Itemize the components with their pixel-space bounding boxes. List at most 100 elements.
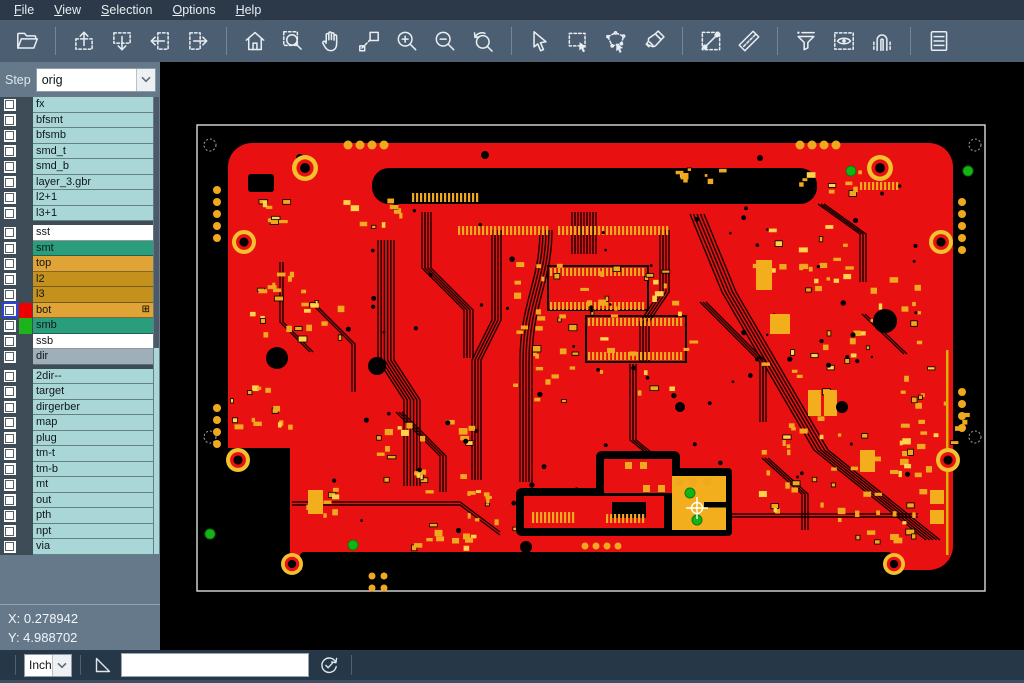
filter-button[interactable]: [788, 24, 824, 58]
layer-visibility-checkbox[interactable]: [4, 289, 16, 301]
layer-visibility-checkbox[interactable]: [4, 99, 16, 111]
layer-row-pth[interactable]: pth: [0, 508, 153, 524]
zoom-out-button[interactable]: [427, 24, 463, 58]
home-icon: [242, 28, 268, 54]
layer-row-ssb[interactable]: ssb: [0, 334, 153, 350]
move-down-button[interactable]: [104, 24, 140, 58]
layer-visibility-checkbox[interactable]: [4, 417, 16, 429]
layer-visibility-checkbox[interactable]: [4, 463, 16, 475]
zoom-dynamic-button[interactable]: [351, 24, 387, 58]
move-left-button[interactable]: [142, 24, 178, 58]
layer-row-l3[interactable]: l3: [0, 287, 153, 303]
layer-row-tm-b[interactable]: tm-b: [0, 462, 153, 478]
layer-visibility-checkbox[interactable]: [4, 541, 16, 553]
layer-visibility-checkbox[interactable]: [4, 510, 16, 522]
layer-row-via[interactable]: via: [0, 539, 153, 555]
layer-row-dir[interactable]: dir: [0, 349, 153, 365]
measure-line-button[interactable]: [693, 24, 729, 58]
layer-visibility-checkbox[interactable]: [4, 370, 16, 382]
layer-row-fx[interactable]: fx: [0, 97, 153, 113]
select-button[interactable]: [522, 24, 558, 58]
menu-item-options[interactable]: Options: [162, 0, 225, 20]
move-right-button[interactable]: [180, 24, 216, 58]
layer-visibility-checkbox[interactable]: [4, 242, 16, 254]
layer-visibility-checkbox[interactable]: [4, 494, 16, 506]
refresh-button[interactable]: [315, 653, 343, 677]
select-rect-button[interactable]: [560, 24, 596, 58]
select-polygon-button[interactable]: [598, 24, 634, 58]
layer-row-smd_t[interactable]: smd_t: [0, 144, 153, 160]
menu-item-view[interactable]: View: [44, 0, 91, 20]
layer-visibility-checkbox[interactable]: [4, 227, 16, 239]
layer-visibility-checkbox[interactable]: [4, 130, 16, 142]
zoom-in-icon: [394, 28, 420, 54]
layer-visibility-checkbox[interactable]: [4, 304, 16, 316]
layer-visibility-checkbox[interactable]: [4, 351, 16, 363]
layer-row-dirgerber[interactable]: dirgerber: [0, 400, 153, 416]
layer-visibility-checkbox[interactable]: [4, 273, 16, 285]
layer-visibility-checkbox[interactable]: [4, 448, 16, 460]
pcb-canvas[interactable]: [160, 62, 1024, 650]
layer-visibility-checkbox[interactable]: [4, 335, 16, 347]
layer-row-smb[interactable]: smb: [0, 318, 153, 334]
layers-button[interactable]: [921, 24, 957, 58]
layer-visibility-checkbox[interactable]: [4, 320, 16, 332]
move-down-icon: [109, 28, 135, 54]
layer-row-bfsmb[interactable]: bfsmb: [0, 128, 153, 144]
layer-row-l3+1[interactable]: l3+1: [0, 206, 153, 222]
view-button[interactable]: [826, 24, 862, 58]
layer-visibility-checkbox[interactable]: [4, 386, 16, 398]
snap-button[interactable]: [864, 24, 900, 58]
layer-visibility-checkbox[interactable]: [4, 479, 16, 491]
step-select[interactable]: orig: [36, 68, 156, 92]
layer-row-tm-t[interactable]: tm-t: [0, 446, 153, 462]
layer-row-top[interactable]: top: [0, 256, 153, 272]
clean-button[interactable]: [636, 24, 672, 58]
menu-item-help[interactable]: Help: [226, 0, 272, 20]
layer-visibility-checkbox[interactable]: [4, 432, 16, 444]
zoom-in-button[interactable]: [389, 24, 425, 58]
layer-visibility-checkbox[interactable]: [4, 145, 16, 157]
layer-color-swatch: [19, 400, 32, 416]
layer-row-npt[interactable]: npt: [0, 524, 153, 540]
layer-row-mt[interactable]: mt: [0, 477, 153, 493]
move-up-button[interactable]: [66, 24, 102, 58]
layer-list-scrollbar[interactable]: [154, 97, 159, 554]
layer-row-bot[interactable]: bot⊞: [0, 303, 153, 319]
corner-measure-button[interactable]: [89, 653, 117, 677]
layer-row-l2+1[interactable]: l2+1: [0, 190, 153, 206]
layer-row-layer_3.gbr[interactable]: layer_3.gbr: [0, 175, 153, 191]
layer-row-map[interactable]: map: [0, 415, 153, 431]
layer-visibility-checkbox[interactable]: [4, 192, 16, 204]
menu-item-selection[interactable]: Selection: [91, 0, 162, 20]
zoom-previous-button[interactable]: [465, 24, 501, 58]
command-input[interactable]: [121, 653, 309, 677]
layer-row-smd_b[interactable]: smd_b: [0, 159, 153, 175]
layer-row-plug[interactable]: plug: [0, 431, 153, 447]
layer-visibility-checkbox[interactable]: [4, 401, 16, 413]
ruler-button[interactable]: [731, 24, 767, 58]
layer-row-sst[interactable]: sst: [0, 225, 153, 241]
layer-color-swatch: [19, 225, 32, 241]
home-button[interactable]: [237, 24, 273, 58]
layer-visibility-checkbox[interactable]: [4, 207, 16, 219]
zoom-window-button[interactable]: [275, 24, 311, 58]
layer-visibility-checkbox[interactable]: [4, 114, 16, 126]
pan-button[interactable]: [313, 24, 349, 58]
layer-row-out[interactable]: out: [0, 493, 153, 509]
layer-row-bfsmt[interactable]: bfsmt: [0, 113, 153, 129]
scrollbar-thumb[interactable]: [154, 348, 159, 554]
open-button[interactable]: [9, 24, 45, 58]
layer-visibility-checkbox[interactable]: [4, 258, 16, 270]
layer-row-smt[interactable]: smt: [0, 241, 153, 257]
layer-visibility-checkbox[interactable]: [4, 176, 16, 188]
move-left-icon: [147, 28, 173, 54]
layer-row-l2[interactable]: l2: [0, 272, 153, 288]
layer-label: l3: [33, 287, 153, 303]
layer-visibility-checkbox[interactable]: [4, 525, 16, 537]
unit-select[interactable]: Inch: [24, 654, 72, 677]
layer-row-target[interactable]: target: [0, 384, 153, 400]
menu-item-file[interactable]: File: [4, 0, 44, 20]
layer-visibility-checkbox[interactable]: [4, 161, 16, 173]
layer-row-2dir--[interactable]: 2dir--: [0, 369, 153, 385]
